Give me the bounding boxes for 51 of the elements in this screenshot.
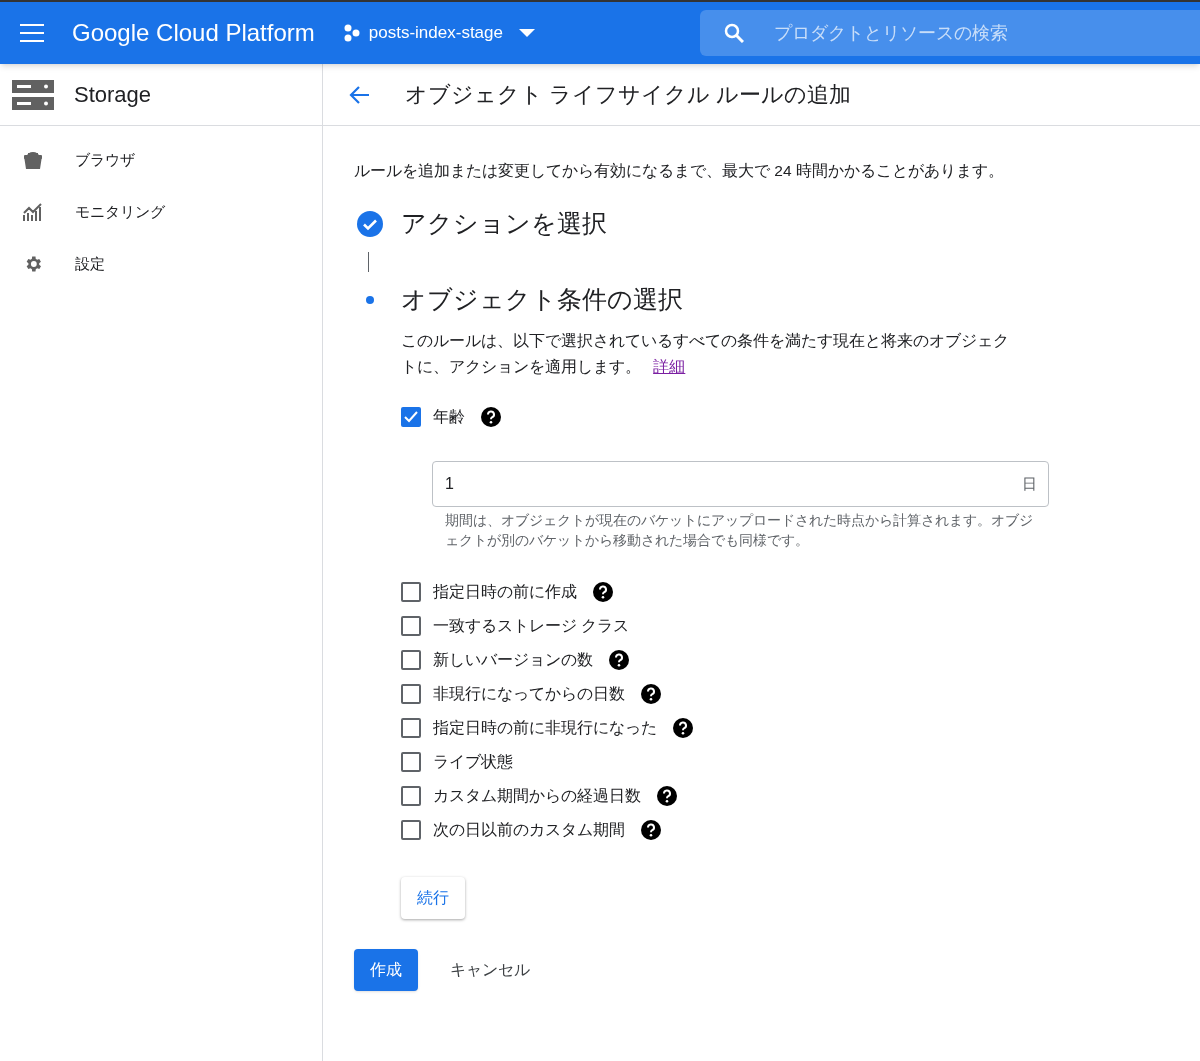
step-description: このルールは、以下で選択されているすべての条件を満たす現在と将来のオブジェクトに、アクションを適用します。 詳細 xyxy=(401,331,1010,377)
checkbox[interactable] xyxy=(401,407,421,427)
page-title: オブジェクト ライフサイクル ルールの追加 xyxy=(405,81,852,109)
chart-icon xyxy=(23,203,43,221)
project-selector[interactable]: posts-index-stage xyxy=(342,20,535,46)
checkbox-label[interactable]: 指定日時の前に作成 xyxy=(433,580,577,604)
help-icon[interactable] xyxy=(641,684,661,704)
checkbox-label[interactable]: 新しいバージョンの数 xyxy=(433,648,593,672)
bucket-icon xyxy=(23,151,43,169)
help-icon[interactable] xyxy=(481,407,501,427)
caret-icon xyxy=(519,29,535,37)
help-icon[interactable] xyxy=(657,786,677,806)
help-icon[interactable] xyxy=(593,582,613,602)
checkbox-label[interactable]: 非現行になってからの日数 xyxy=(433,682,625,706)
checkbox[interactable] xyxy=(401,616,421,636)
help-icon[interactable] xyxy=(641,820,661,840)
checkbox-label[interactable]: 一致するストレージ クラス xyxy=(433,614,630,638)
checkbox[interactable] xyxy=(401,650,421,670)
checkbox[interactable] xyxy=(401,752,421,772)
sidebar-item[interactable]: 設定 xyxy=(0,238,322,290)
sidebar-item[interactable]: ブラウザ xyxy=(0,134,322,186)
hexagons-icon xyxy=(342,24,361,42)
create-button[interactable]: 作成 xyxy=(354,949,418,991)
notice-text: ルールを追加または変更してから有効になるまで、最大で 24 時間かかることがあります。 xyxy=(354,161,1005,181)
help-icon[interactable] xyxy=(673,718,693,738)
checkbox[interactable] xyxy=(401,820,421,840)
cancel-button[interactable]: キャンセル xyxy=(450,958,530,982)
checkbox[interactable] xyxy=(401,718,421,738)
product-logo[interactable]: Google Cloud Platform xyxy=(72,15,315,51)
check-circle-icon xyxy=(356,210,384,238)
checkbox-label[interactable]: カスタム期間からの経過日数 xyxy=(433,784,641,808)
menu-icon[interactable] xyxy=(20,21,44,45)
help-icon[interactable] xyxy=(609,650,629,670)
checkbox-label[interactable]: 年齢 xyxy=(433,405,465,429)
checkbox-label[interactable]: 指定日時の前に非現行になった xyxy=(433,716,657,740)
continue-button[interactable]: 続行 xyxy=(401,877,465,919)
field-hint: 期間は、オブジェクトが現在のバケットにアップロードされた時点から計算されます。オブジェクトが別のバケットから移動された場合でも同様です。 xyxy=(445,512,1034,550)
step-title: オブジェクト条件の選択 xyxy=(401,284,683,316)
sidebar-item[interactable]: モニタリング xyxy=(0,186,322,238)
storage-icon xyxy=(12,79,54,110)
step-dot-icon xyxy=(366,296,374,304)
unit-suffix: 日 xyxy=(1022,474,1037,494)
step-title: アクションを選択 xyxy=(401,208,607,240)
search-icon xyxy=(724,23,744,43)
checkbox[interactable] xyxy=(401,684,421,704)
checkbox-label[interactable]: 次の日以前のカスタム期間 xyxy=(433,818,625,842)
checkbox-label[interactable]: ライブ状態 xyxy=(433,750,513,774)
sidebar-title: Storage xyxy=(74,81,152,109)
checkbox[interactable] xyxy=(401,786,421,806)
details-link[interactable]: 詳細 xyxy=(653,358,686,375)
checkbox[interactable] xyxy=(401,582,421,602)
